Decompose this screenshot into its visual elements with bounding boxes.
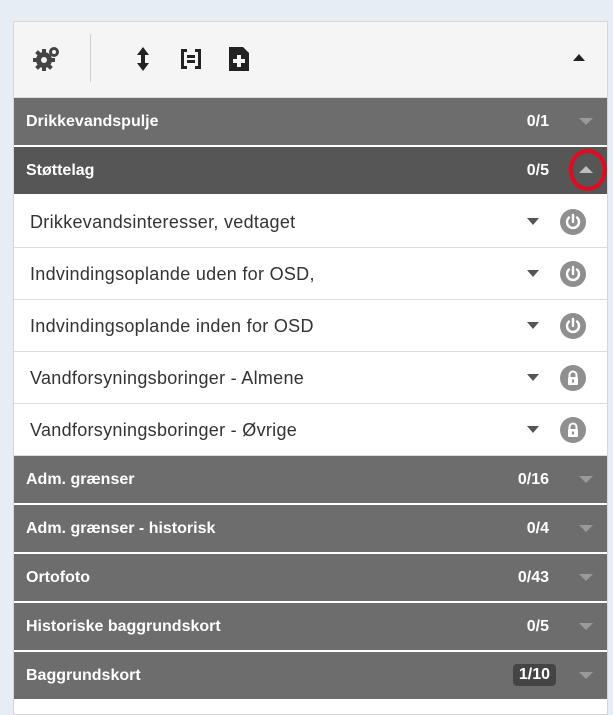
collapse-panel-icon[interactable] — [573, 54, 585, 61]
group-label: Adm. grænser — [26, 471, 135, 488]
layer-label: Vandforsyningsboringer - Almene — [30, 368, 305, 388]
lock-icon[interactable] — [560, 417, 586, 443]
group-label: Baggrundskort — [26, 667, 141, 684]
layer-group-stottelag[interactable]: Støttelag 0/5 — [14, 147, 607, 196]
layer-group-baggrundskort[interactable]: Baggrundskort 1/10 — [14, 652, 607, 701]
chevron-down-icon[interactable] — [579, 623, 593, 630]
caret-down-icon[interactable] — [527, 218, 539, 225]
layer-group-historiske-baggrundskort[interactable]: Historiske baggrundskort 0/5 — [14, 603, 607, 652]
select-all-icon[interactable] — [176, 44, 206, 74]
layer-label: Indvindingsoplande inden for OSD — [30, 316, 314, 336]
caret-down-icon[interactable] — [527, 426, 539, 433]
layer-group-adm-graenser-historisk[interactable]: Adm. grænser - historisk 0/4 — [14, 505, 607, 554]
chevron-down-icon[interactable] — [579, 476, 593, 483]
chevron-down-icon[interactable] — [579, 525, 593, 532]
layer-label: Indvindingsoplande uden for OSD, — [30, 264, 315, 284]
group-count: 0/4 — [526, 520, 549, 537]
layer-item[interactable]: Drikkevandsinteresser, vedtaget — [14, 196, 607, 248]
chevron-down-icon[interactable] — [579, 118, 593, 125]
group-count: 0/5 — [526, 162, 549, 179]
layer-group-adm-graenser[interactable]: Adm. grænser 0/16 — [14, 456, 607, 505]
caret-down-icon[interactable] — [527, 322, 539, 329]
add-layer-icon[interactable] — [224, 44, 254, 74]
layer-toolbar — [14, 22, 607, 98]
expand-collapse-icon[interactable] — [128, 44, 158, 74]
caret-down-icon[interactable] — [527, 374, 539, 381]
chevron-down-icon[interactable] — [579, 672, 593, 679]
caret-down-icon[interactable] — [527, 270, 539, 277]
group-count: 0/1 — [526, 113, 549, 130]
toolbar-separator — [90, 34, 91, 82]
layer-item[interactable]: Indvindingsoplande inden for OSD — [14, 300, 607, 352]
layer-label: Drikkevandsinteresser, vedtaget — [30, 212, 296, 232]
highlight-circle — [569, 149, 607, 191]
group-count: 0/16 — [517, 471, 549, 488]
gear-icon[interactable] — [32, 44, 62, 74]
group-label: Drikkevandspulje — [26, 113, 159, 130]
group-count: 1/10 — [512, 664, 556, 686]
layer-panel: Drikkevandspulje 0/1 Støttelag 0/5 Drikk… — [13, 21, 608, 715]
layer-item[interactable]: Vandforsyningsboringer - Almene — [14, 352, 607, 404]
group-label: Adm. grænser - historisk — [26, 520, 216, 537]
group-count: 0/5 — [526, 618, 549, 635]
group-label: Ortofoto — [26, 569, 90, 586]
layer-item[interactable]: Vandforsyningsboringer - Øvrige — [14, 404, 607, 456]
group-label: Historiske baggrundskort — [26, 618, 221, 635]
group-count: 0/43 — [517, 569, 549, 586]
layer-label: Vandforsyningsboringer - Øvrige — [30, 420, 298, 440]
layer-item[interactable]: Indvindingsoplande uden for OSD, — [14, 248, 607, 300]
group-label: Støttelag — [26, 162, 95, 179]
layer-group-drikkevandspulje[interactable]: Drikkevandspulje 0/1 — [14, 98, 607, 147]
power-icon[interactable] — [560, 209, 586, 235]
power-icon[interactable] — [560, 313, 586, 339]
layer-group-ortofoto[interactable]: Ortofoto 0/43 — [14, 554, 607, 603]
power-icon[interactable] — [560, 261, 586, 287]
chevron-down-icon[interactable] — [579, 574, 593, 581]
lock-icon[interactable] — [560, 365, 586, 391]
